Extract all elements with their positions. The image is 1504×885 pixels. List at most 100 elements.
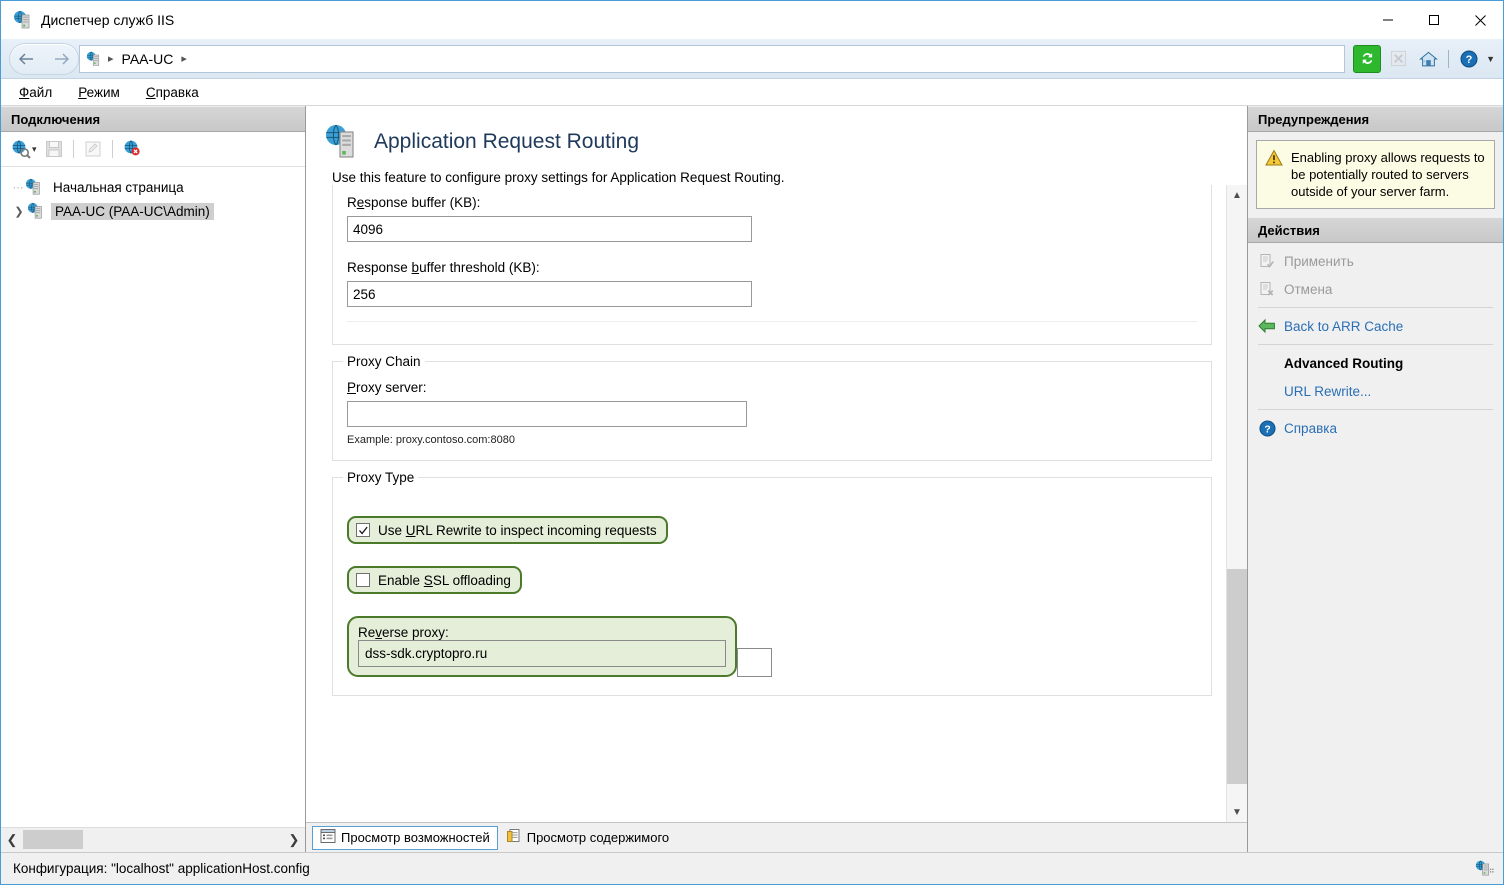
reverse-proxy-label: Reverse proxy: <box>358 625 449 640</box>
buffer-settings-group: Response buffer (KB): 4096 Response buff… <box>332 185 1212 345</box>
help-icon[interactable]: ? <box>1456 46 1482 72</box>
connect-to-icon[interactable]: ▾ <box>9 137 39 161</box>
action-help[interactable]: ? Справка <box>1248 414 1503 442</box>
page-title: Application Request Routing <box>374 130 640 153</box>
action-label: Справка <box>1284 420 1337 436</box>
scroll-left-arrow-icon[interactable]: ❮ <box>1 832 23 848</box>
reverse-proxy-value: dss-sdk.cryptopro.ru <box>365 646 488 661</box>
address-bar-tools: ? ▼ <box>1353 44 1495 73</box>
response-buffer-threshold-value: 256 <box>353 286 376 302</box>
tree-item-start-page[interactable]: ⋯ Начальная страница <box>1 175 305 199</box>
action-apply: Применить <box>1248 247 1503 275</box>
tab-content-view[interactable]: Просмотр содержимого <box>498 826 677 850</box>
tree-item-paa-uc[interactable]: ❯ PAA-UC (PAA-UC\Admin) <box>1 199 305 223</box>
chevron-right-icon[interactable]: ❯ <box>11 205 27 218</box>
iis-manager-window: Диспетчер служб IIS ▸ PAA-UC ▸ ? ▼ Файл … <box>0 0 1504 885</box>
breadcrumb-item-paa-uc[interactable]: PAA-UC <box>116 51 180 67</box>
actions-divider <box>1258 307 1493 309</box>
proxy-server-label: Proxy server: <box>347 380 427 395</box>
tree-item-label: Начальная страница <box>53 179 184 195</box>
chevron-down-icon[interactable]: ▾ <box>32 144 37 155</box>
chevron-down-icon[interactable]: ▼ <box>1486 54 1495 64</box>
connections-hscrollbar[interactable]: ❮ ❯ <box>1 827 305 852</box>
breadcrumb-separator-0: ▸ <box>108 53 114 65</box>
breadcrumb[interactable]: ▸ PAA-UC ▸ <box>79 44 1346 73</box>
status-text: Конфигурация: "localhost" applicationHos… <box>13 861 310 876</box>
features-view-icon <box>320 828 336 847</box>
window-controls <box>1365 1 1503 39</box>
actions-header: Действия <box>1248 217 1503 244</box>
server-icon <box>86 51 102 67</box>
toolbar-divider <box>111 140 113 158</box>
action-label: Отмена <box>1284 281 1333 297</box>
maximize-button[interactable] <box>1411 1 1457 39</box>
feature-header: Application Request Routing <box>306 106 1247 160</box>
hscroll-track[interactable] <box>23 828 283 852</box>
alert-text: Enabling proxy allows requests to be pot… <box>1291 150 1485 200</box>
content-view-icon <box>506 828 522 847</box>
save-icon <box>43 138 65 160</box>
forward-button[interactable] <box>44 45 78 73</box>
use-url-rewrite-checkbox[interactable] <box>356 523 370 537</box>
use-url-rewrite-label: Use URL Rewrite to inspect incoming requ… <box>378 522 657 538</box>
back-button[interactable] <box>10 45 44 73</box>
reverse-proxy-input-tail[interactable] <box>737 648 772 677</box>
back-green-arrow-icon <box>1258 318 1276 334</box>
menu-item-mode[interactable]: Режим <box>78 85 120 100</box>
tab-label: Просмотр содержимого <box>526 830 670 845</box>
actions-group-advanced-routing: Advanced Routing <box>1248 349 1503 377</box>
settings-vscrollbar[interactable]: ▲ ▼ <box>1226 185 1247 822</box>
cancel-icon <box>1258 281 1276 297</box>
proxy-chain-group: Proxy Chain Proxy server: Example: proxy… <box>332 354 1212 461</box>
stop-icon <box>1385 46 1411 72</box>
tab-features-view[interactable]: Просмотр возможностей <box>312 825 498 850</box>
enable-ssl-offloading-checkbox[interactable] <box>356 573 370 587</box>
connections-header: Подключения <box>1 106 305 132</box>
action-cancel: Отмена <box>1248 275 1503 303</box>
action-back-to-arr-cache[interactable]: Back to ARR Cache <box>1248 312 1503 340</box>
address-bar: ▸ PAA-UC ▸ ? ▼ <box>1 39 1503 79</box>
hscroll-thumb[interactable] <box>23 830 83 849</box>
proxy-server-input[interactable] <box>347 401 747 427</box>
scroll-down-arrow-icon[interactable]: ▼ <box>1227 802 1247 822</box>
arr-feature-icon <box>324 124 360 160</box>
menu-bar: Файл Режим Справка <box>1 79 1503 106</box>
home-icon[interactable] <box>1415 46 1441 72</box>
response-buffer-input[interactable]: 4096 <box>347 216 752 242</box>
enable-ssl-offloading-label: Enable SSL offloading <box>378 572 511 588</box>
vscroll-thumb[interactable] <box>1227 569 1247 785</box>
help-circle-icon: ? <box>1258 420 1276 437</box>
breadcrumb-separator-1: ▸ <box>181 53 187 65</box>
config-server-icon <box>1475 860 1495 878</box>
tree-line: ⋯ <box>12 181 24 194</box>
tree-item-label: PAA-UC (PAA-UC\Admin) <box>51 202 214 220</box>
refresh-icon[interactable] <box>1353 44 1382 73</box>
server-node-icon <box>27 202 45 220</box>
title-bar: Диспетчер служб IIS <box>1 1 1503 39</box>
menu-item-help[interactable]: Справка <box>146 85 199 100</box>
feature-pane: Application Request Routing Use this fea… <box>306 106 1248 852</box>
reverse-proxy-input[interactable]: dss-sdk.cryptopro.ru <box>358 640 726 667</box>
navigation-buttons <box>9 42 79 75</box>
vscroll-track[interactable] <box>1227 205 1247 802</box>
action-url-rewrite[interactable]: URL Rewrite... <box>1248 377 1503 405</box>
svg-text:?: ? <box>1264 424 1270 435</box>
warning-icon <box>1265 149 1283 200</box>
settings-scroll-area: Response buffer (KB): 4096 Response buff… <box>306 185 1247 822</box>
disconnect-icon[interactable] <box>121 137 145 161</box>
tab-label: Просмотр возможностей <box>341 830 490 845</box>
action-label: Back to ARR Cache <box>1284 318 1404 334</box>
connections-pane: Подключения ▾ ⋯ Начальная страница ❯ PAA… <box>1 106 306 852</box>
scroll-right-arrow-icon[interactable]: ❯ <box>283 832 305 848</box>
reverse-proxy-annotation: Reverse proxy: dss-sdk.cryptopro.ru <box>347 616 737 677</box>
close-button[interactable] <box>1457 1 1503 39</box>
actions-pane: Предупреждения Enabling proxy allows req… <box>1248 106 1503 852</box>
minimize-button[interactable] <box>1365 1 1411 39</box>
action-group-label: Advanced Routing <box>1284 355 1404 371</box>
menu-item-file[interactable]: Файл <box>19 85 52 100</box>
apply-icon <box>1258 253 1276 269</box>
alert-box: Enabling proxy allows requests to be pot… <box>1256 140 1495 210</box>
response-buffer-value: 4096 <box>353 221 384 237</box>
scroll-up-arrow-icon[interactable]: ▲ <box>1227 185 1247 205</box>
response-buffer-threshold-input[interactable]: 256 <box>347 281 752 307</box>
